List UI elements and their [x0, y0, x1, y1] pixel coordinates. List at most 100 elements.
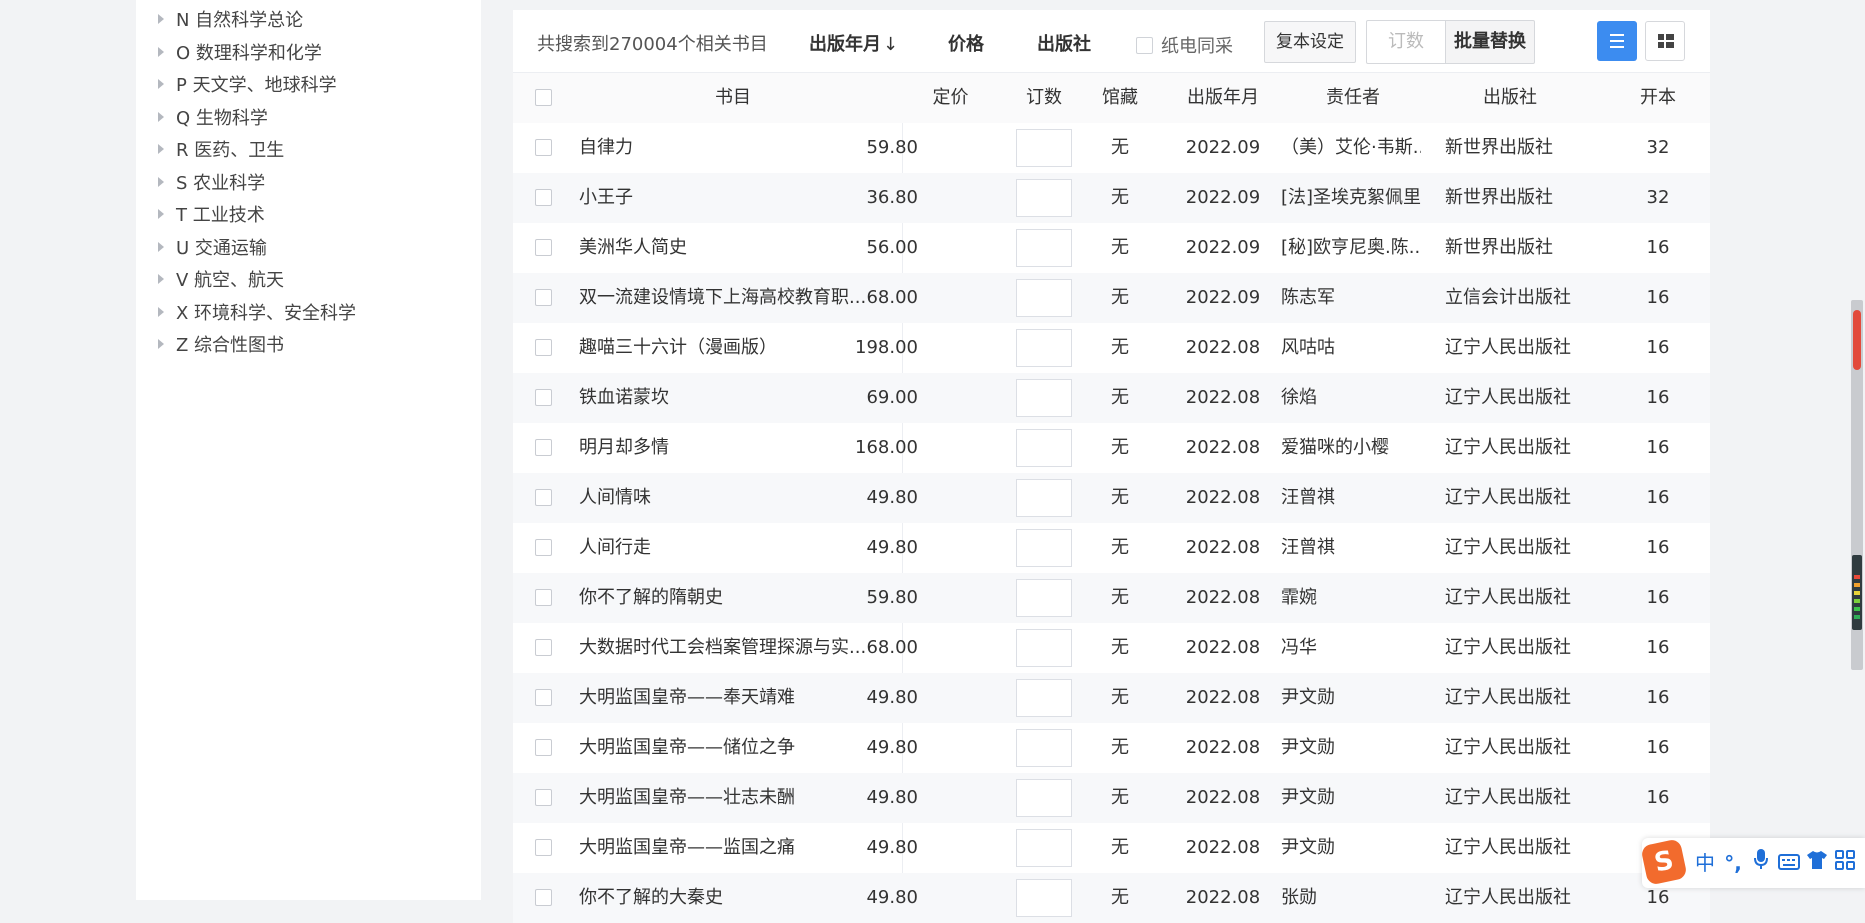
- ime-punctuation-toggle[interactable]: °,: [1720, 848, 1746, 878]
- row-checkbox[interactable]: [535, 789, 552, 806]
- paper-ebook-checkbox[interactable]: 纸电同采: [1136, 32, 1233, 58]
- sogou-logo-icon[interactable]: S: [1640, 838, 1688, 886]
- table-row: 明月却多情 168.00 无 2022.08 爱猫咪的小樱 辽宁人民出版社 16: [513, 423, 1710, 473]
- tree-item-u[interactable]: U 交通运输: [158, 233, 267, 265]
- row-checkbox[interactable]: [535, 139, 552, 156]
- order-qty-input[interactable]: [1016, 279, 1072, 317]
- order-qty-input[interactable]: [1016, 729, 1072, 767]
- book-price: 49.80: [866, 537, 918, 558]
- book-format: 16: [1646, 587, 1670, 608]
- row-checkbox[interactable]: [535, 889, 552, 906]
- responsible-person: 张勋: [1281, 887, 1317, 908]
- publisher: 新世界出版社: [1445, 137, 1553, 158]
- row-checkbox[interactable]: [535, 389, 552, 406]
- tree-item-v[interactable]: V 航空、航天: [158, 265, 284, 297]
- header-responsible: 责任者: [1326, 87, 1380, 108]
- row-checkbox[interactable]: [535, 439, 552, 456]
- publisher: 辽宁人民出版社: [1445, 837, 1571, 858]
- order-qty-input[interactable]: [1016, 679, 1072, 717]
- library-holding: 无: [1111, 787, 1129, 808]
- book-format: 16: [1646, 687, 1670, 708]
- library-holding: 无: [1111, 237, 1129, 258]
- publish-date: 2022.08: [1185, 687, 1261, 708]
- tree-item-label: N 自然科学总论: [176, 10, 304, 31]
- tree-item-t[interactable]: T 工业技术: [158, 200, 265, 232]
- book-format: 16: [1646, 437, 1670, 458]
- keyboard-icon[interactable]: [1776, 848, 1802, 878]
- quantity-input[interactable]: 订数: [1366, 20, 1446, 64]
- microphone-icon[interactable]: [1748, 848, 1774, 878]
- sort-by-date[interactable]: 出版年月 ↓: [809, 30, 898, 56]
- table-row: 大数据时代工会档案管理探源与实... 68.00 无 2022.08 冯华 辽宁人民出版社…: [513, 623, 1710, 673]
- tree-item-o[interactable]: O 数理科学和化学: [158, 38, 322, 70]
- tree-item-q[interactable]: Q 生物科学: [158, 103, 268, 135]
- table-row: 人间情味 49.80 无 2022.08 汪曾祺 辽宁人民出版社 16: [513, 473, 1710, 523]
- caret-right-icon: [158, 47, 164, 57]
- row-checkbox[interactable]: [535, 639, 552, 656]
- tree-item-s[interactable]: S 农业科学: [158, 168, 265, 200]
- select-all-checkbox[interactable]: [535, 89, 552, 106]
- table-row: 人间行走 49.80 无 2022.08 汪曾祺 辽宁人民出版社 16: [513, 523, 1710, 573]
- book-price: 49.80: [866, 737, 918, 758]
- tree-item-label: V 航空、航天: [176, 270, 285, 291]
- order-qty-input[interactable]: [1016, 479, 1072, 517]
- responsible-person: 陈志军: [1281, 287, 1335, 308]
- responsible-person: 汪曾祺: [1281, 487, 1335, 508]
- order-qty-input[interactable]: [1016, 779, 1072, 817]
- publisher: 辽宁人民出版社: [1445, 737, 1571, 758]
- copy-setting-button[interactable]: 复本设定: [1264, 21, 1356, 63]
- library-holding: 无: [1111, 137, 1129, 158]
- row-checkbox[interactable]: [535, 289, 552, 306]
- library-holding: 无: [1111, 287, 1129, 308]
- row-checkbox[interactable]: [535, 839, 552, 856]
- row-checkbox[interactable]: [535, 739, 552, 756]
- table-row: 大明监国皇帝——储位之争 49.80 无 2022.08 尹文勋 辽宁人民出版社 16: [513, 723, 1710, 773]
- order-qty-input[interactable]: [1016, 329, 1072, 367]
- grid-view-button[interactable]: [1645, 21, 1685, 61]
- publisher: 新世界出版社: [1445, 187, 1553, 208]
- tree-item-r[interactable]: R 医药、卫生: [158, 135, 284, 167]
- sort-by-price[interactable]: 价格: [948, 30, 984, 56]
- grid-icon[interactable]: [1832, 848, 1858, 878]
- book-price: 59.80: [866, 587, 918, 608]
- order-qty-input[interactable]: [1016, 579, 1072, 617]
- book-format: 32: [1646, 187, 1670, 208]
- caret-right-icon: [158, 79, 164, 89]
- publish-date: 2022.09: [1185, 187, 1261, 208]
- shirt-icon[interactable]: [1804, 848, 1830, 878]
- row-checkbox[interactable]: [535, 189, 552, 206]
- row-checkbox[interactable]: [535, 589, 552, 606]
- ime-language-toggle[interactable]: 中: [1692, 848, 1718, 878]
- tree-item-n[interactable]: N 自然科学总论: [158, 5, 303, 37]
- sort-by-publisher[interactable]: 出版社: [1037, 30, 1091, 56]
- row-checkbox[interactable]: [535, 239, 552, 256]
- publish-date: 2022.08: [1185, 887, 1261, 908]
- tree-item-p[interactable]: P 天文学、地球科学: [158, 70, 337, 102]
- library-holding: 无: [1111, 887, 1129, 908]
- order-qty-input[interactable]: [1016, 129, 1072, 167]
- order-qty-input[interactable]: [1016, 629, 1072, 667]
- batch-replace-button[interactable]: 批量替换: [1445, 20, 1535, 64]
- order-qty-input[interactable]: [1016, 829, 1072, 867]
- library-holding: 无: [1111, 437, 1129, 458]
- ime-toolbar: S 中 °,: [1640, 838, 1865, 888]
- row-checkbox[interactable]: [535, 489, 552, 506]
- sort-date-label: 出版年月: [809, 34, 881, 55]
- page-scrollbar[interactable]: [1845, 0, 1865, 900]
- library-holding: 无: [1111, 537, 1129, 558]
- row-checkbox[interactable]: [535, 689, 552, 706]
- checkbox-box[interactable]: [1136, 36, 1153, 54]
- book-price: 59.80: [866, 137, 918, 158]
- row-checkbox[interactable]: [535, 339, 552, 356]
- tree-item-z[interactable]: Z 综合性图书: [158, 330, 284, 362]
- order-qty-input[interactable]: [1016, 529, 1072, 567]
- level-meter-icon: [1852, 555, 1862, 630]
- order-qty-input[interactable]: [1016, 179, 1072, 217]
- row-checkbox[interactable]: [535, 539, 552, 556]
- order-qty-input[interactable]: [1016, 429, 1072, 467]
- order-qty-input[interactable]: [1016, 229, 1072, 267]
- order-qty-input[interactable]: [1016, 879, 1072, 917]
- order-qty-input[interactable]: [1016, 379, 1072, 417]
- tree-item-x[interactable]: X 环境科学、安全科学: [158, 298, 356, 330]
- list-view-button[interactable]: [1597, 21, 1637, 61]
